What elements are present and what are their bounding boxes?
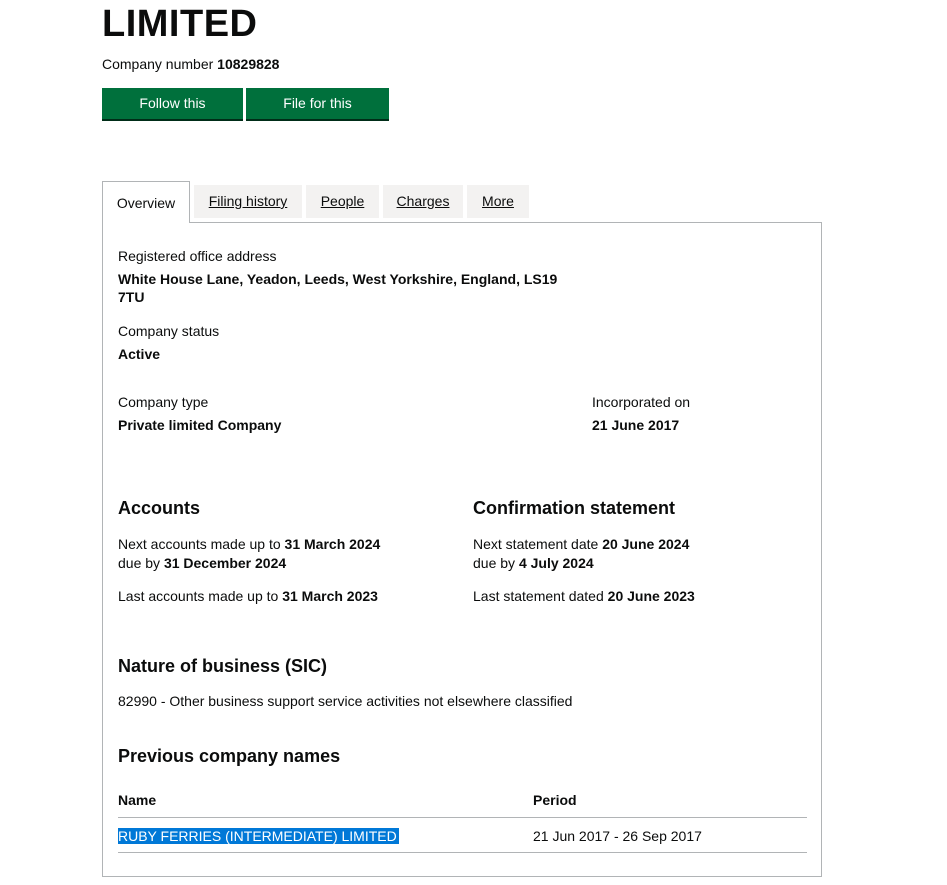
accounts-last-date: 31 March 2023: [282, 588, 378, 604]
accounts-next-date: 31 March 2024: [284, 536, 381, 552]
company-type-label: Company type: [118, 394, 209, 410]
tab-more[interactable]: More: [467, 185, 529, 218]
confirmation-due-date: 4 July 2024: [518, 555, 594, 571]
company-name-heading: LIMITED: [102, 3, 258, 45]
confirmation-due: due by 4 July 2024: [473, 554, 594, 573]
confirmation-last: Last statement dated 20 June 2023: [473, 587, 695, 606]
confirmation-next: Next statement date 20 June 2024: [473, 535, 689, 554]
sic-entry: 82990 - Other business support service a…: [118, 693, 573, 709]
registered-office-label: Registered office address: [118, 248, 277, 264]
accounts-due: due by 31 December 2024: [118, 554, 286, 573]
tab-charges[interactable]: Charges: [383, 185, 463, 218]
tab-overview[interactable]: Overview: [102, 181, 190, 223]
previous-name-cell: RUBY FERRIES (INTERMEDIATE) LIMITED: [118, 827, 399, 846]
confirmation-heading: Confirmation statement: [473, 498, 676, 518]
company-status-label: Company status: [118, 323, 220, 339]
company-number-value: 10829828: [217, 56, 280, 72]
table-divider-bottom: [118, 852, 807, 853]
table-divider: [118, 817, 807, 818]
file-for-company-button[interactable]: File for this company: [246, 88, 389, 142]
company-type-value: Private limited Company: [118, 417, 282, 433]
confirmation-next-prefix: Next statement date: [473, 536, 599, 552]
registered-office-line1: White House Lane, Yeadon, Leeds, West Yo…: [118, 271, 558, 287]
accounts-due-prefix: due by: [118, 555, 161, 571]
follow-company-button[interactable]: Follow this company: [102, 88, 243, 142]
accounts-due-date: 31 December 2024: [163, 555, 287, 571]
registered-office-line2: 7TU: [118, 289, 145, 305]
accounts-next-prefix: Next accounts made up to: [118, 536, 281, 552]
tab-filing-history[interactable]: Filing history: [194, 185, 302, 218]
company-number-label: Company number: [102, 56, 214, 72]
incorporated-label: Incorporated on: [592, 394, 691, 410]
confirmation-last-prefix: Last statement dated: [473, 588, 604, 604]
confirmation-due-prefix: due by: [473, 555, 516, 571]
accounts-last: Last accounts made up to 31 March 2023: [118, 587, 378, 606]
previous-name-period: 21 Jun 2017 - 26 Sep 2017: [533, 828, 702, 844]
accounts-last-prefix: Last accounts made up to: [118, 588, 279, 604]
accounts-heading: Accounts: [118, 498, 201, 518]
company-status-value: Active: [118, 346, 161, 362]
column-header-period: Period: [533, 792, 577, 808]
overview-panel: Registered office address White House La…: [102, 222, 822, 877]
incorporated-value: 21 June 2017: [592, 417, 680, 433]
accounts-next: Next accounts made up to 31 March 2024: [118, 535, 380, 554]
previous-names-heading: Previous company names: [118, 746, 341, 766]
confirmation-next-date: 20 June 2024: [602, 536, 690, 552]
tab-people[interactable]: People: [306, 185, 379, 218]
column-header-name: Name: [118, 792, 157, 808]
sic-heading: Nature of business (SIC): [118, 656, 328, 676]
company-number: Company number 10829828: [102, 56, 279, 72]
previous-name-link[interactable]: RUBY FERRIES (INTERMEDIATE) LIMITED: [118, 828, 399, 844]
confirmation-last-date: 20 June 2023: [607, 588, 695, 604]
